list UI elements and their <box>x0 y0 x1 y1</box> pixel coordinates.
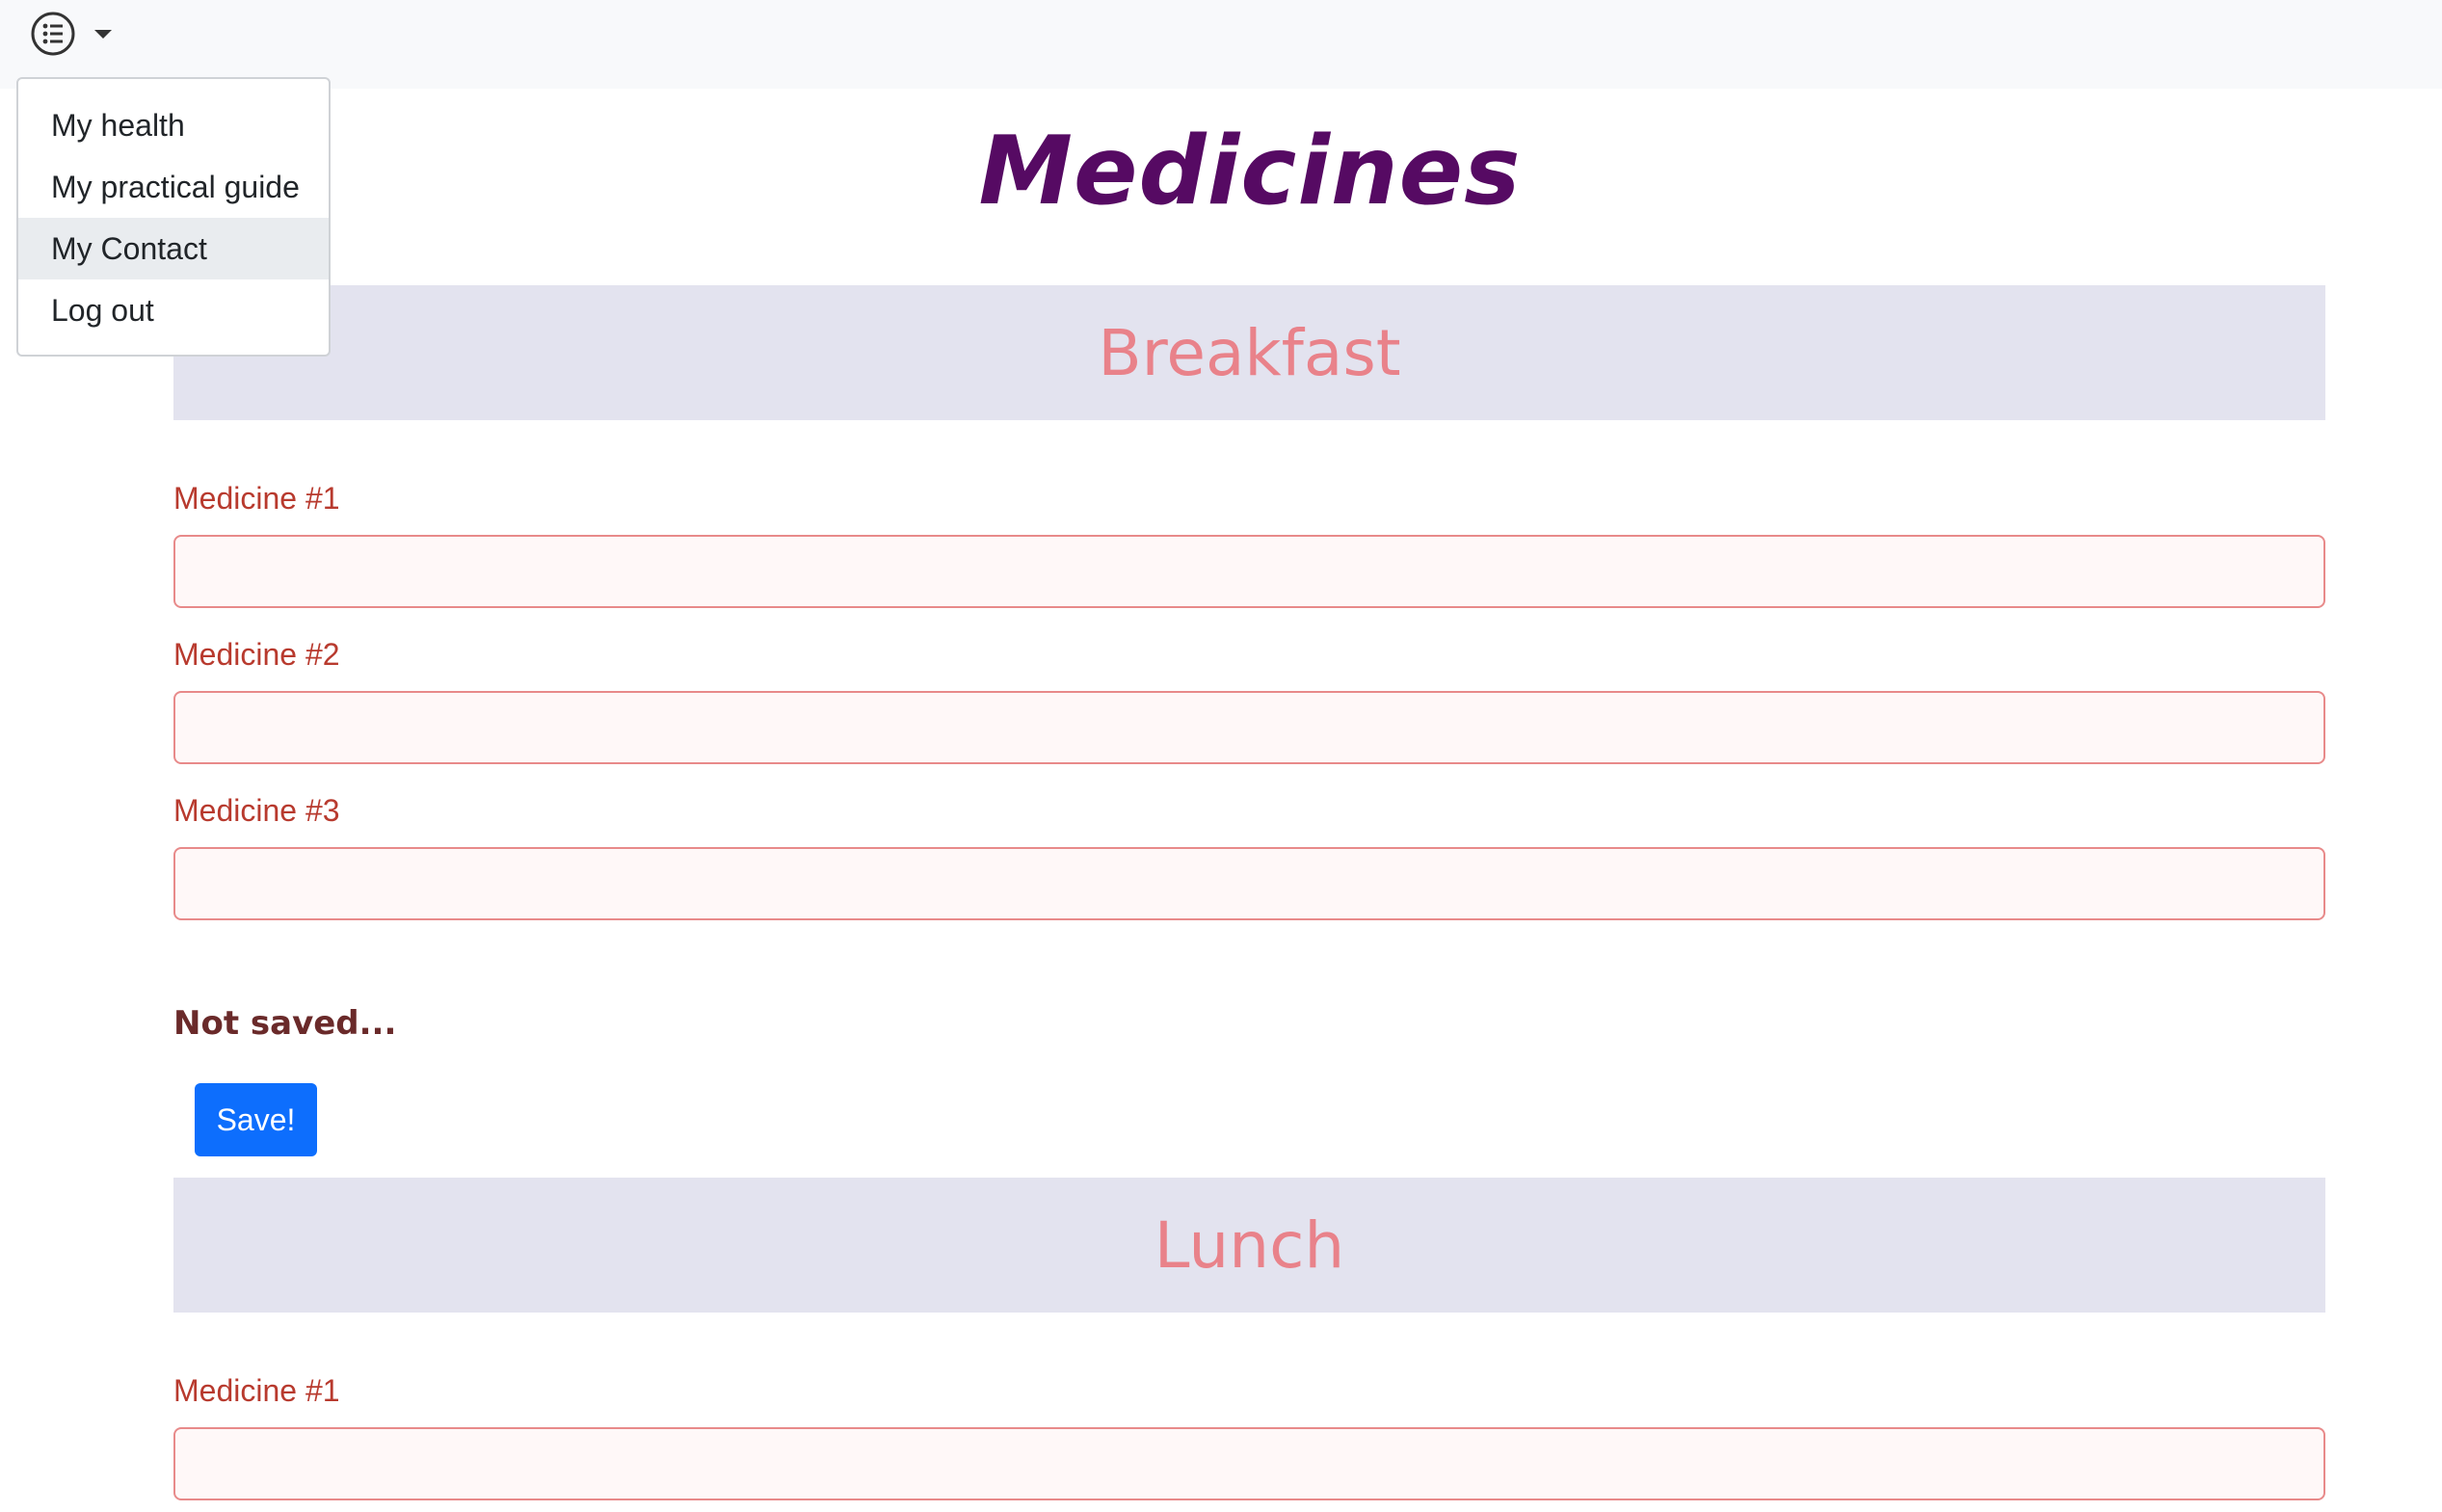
menu-item-my-contact[interactable]: My Contact <box>18 218 329 279</box>
top-navbar <box>0 0 2442 89</box>
breakfast-medicine-1-label: Medicine #1 <box>173 481 340 516</box>
list-icon <box>31 12 75 56</box>
section-header-breakfast: Breakfast <box>173 285 2325 420</box>
breakfast-medicine-1-input[interactable] <box>173 535 2325 608</box>
menu-dropdown-toggle[interactable] <box>29 12 118 56</box>
page-title: Medicines <box>978 117 1522 226</box>
lunch-medicine-1-input[interactable] <box>173 1427 2325 1500</box>
save-status-text: Not saved... <box>173 1004 397 1043</box>
menu-item-my-health[interactable]: My health <box>18 94 329 156</box>
menu-item-my-practical-guide[interactable]: My practical guide <box>18 156 329 218</box>
caret-down-icon <box>94 30 112 39</box>
lunch-medicine-1-label: Medicine #1 <box>173 1373 340 1408</box>
save-button[interactable]: Save! <box>195 1083 317 1156</box>
breakfast-medicine-3-label: Medicine #3 <box>173 793 340 828</box>
breakfast-medicine-2-input[interactable] <box>173 691 2325 764</box>
breakfast-medicine-2-label: Medicine #2 <box>173 637 340 672</box>
menu-item-log-out[interactable]: Log out <box>18 279 329 341</box>
breakfast-medicine-3-input[interactable] <box>173 847 2325 920</box>
navigation-dropdown-menu: My health My practical guide My Contact … <box>16 77 331 357</box>
section-header-lunch: Lunch <box>173 1178 2325 1313</box>
